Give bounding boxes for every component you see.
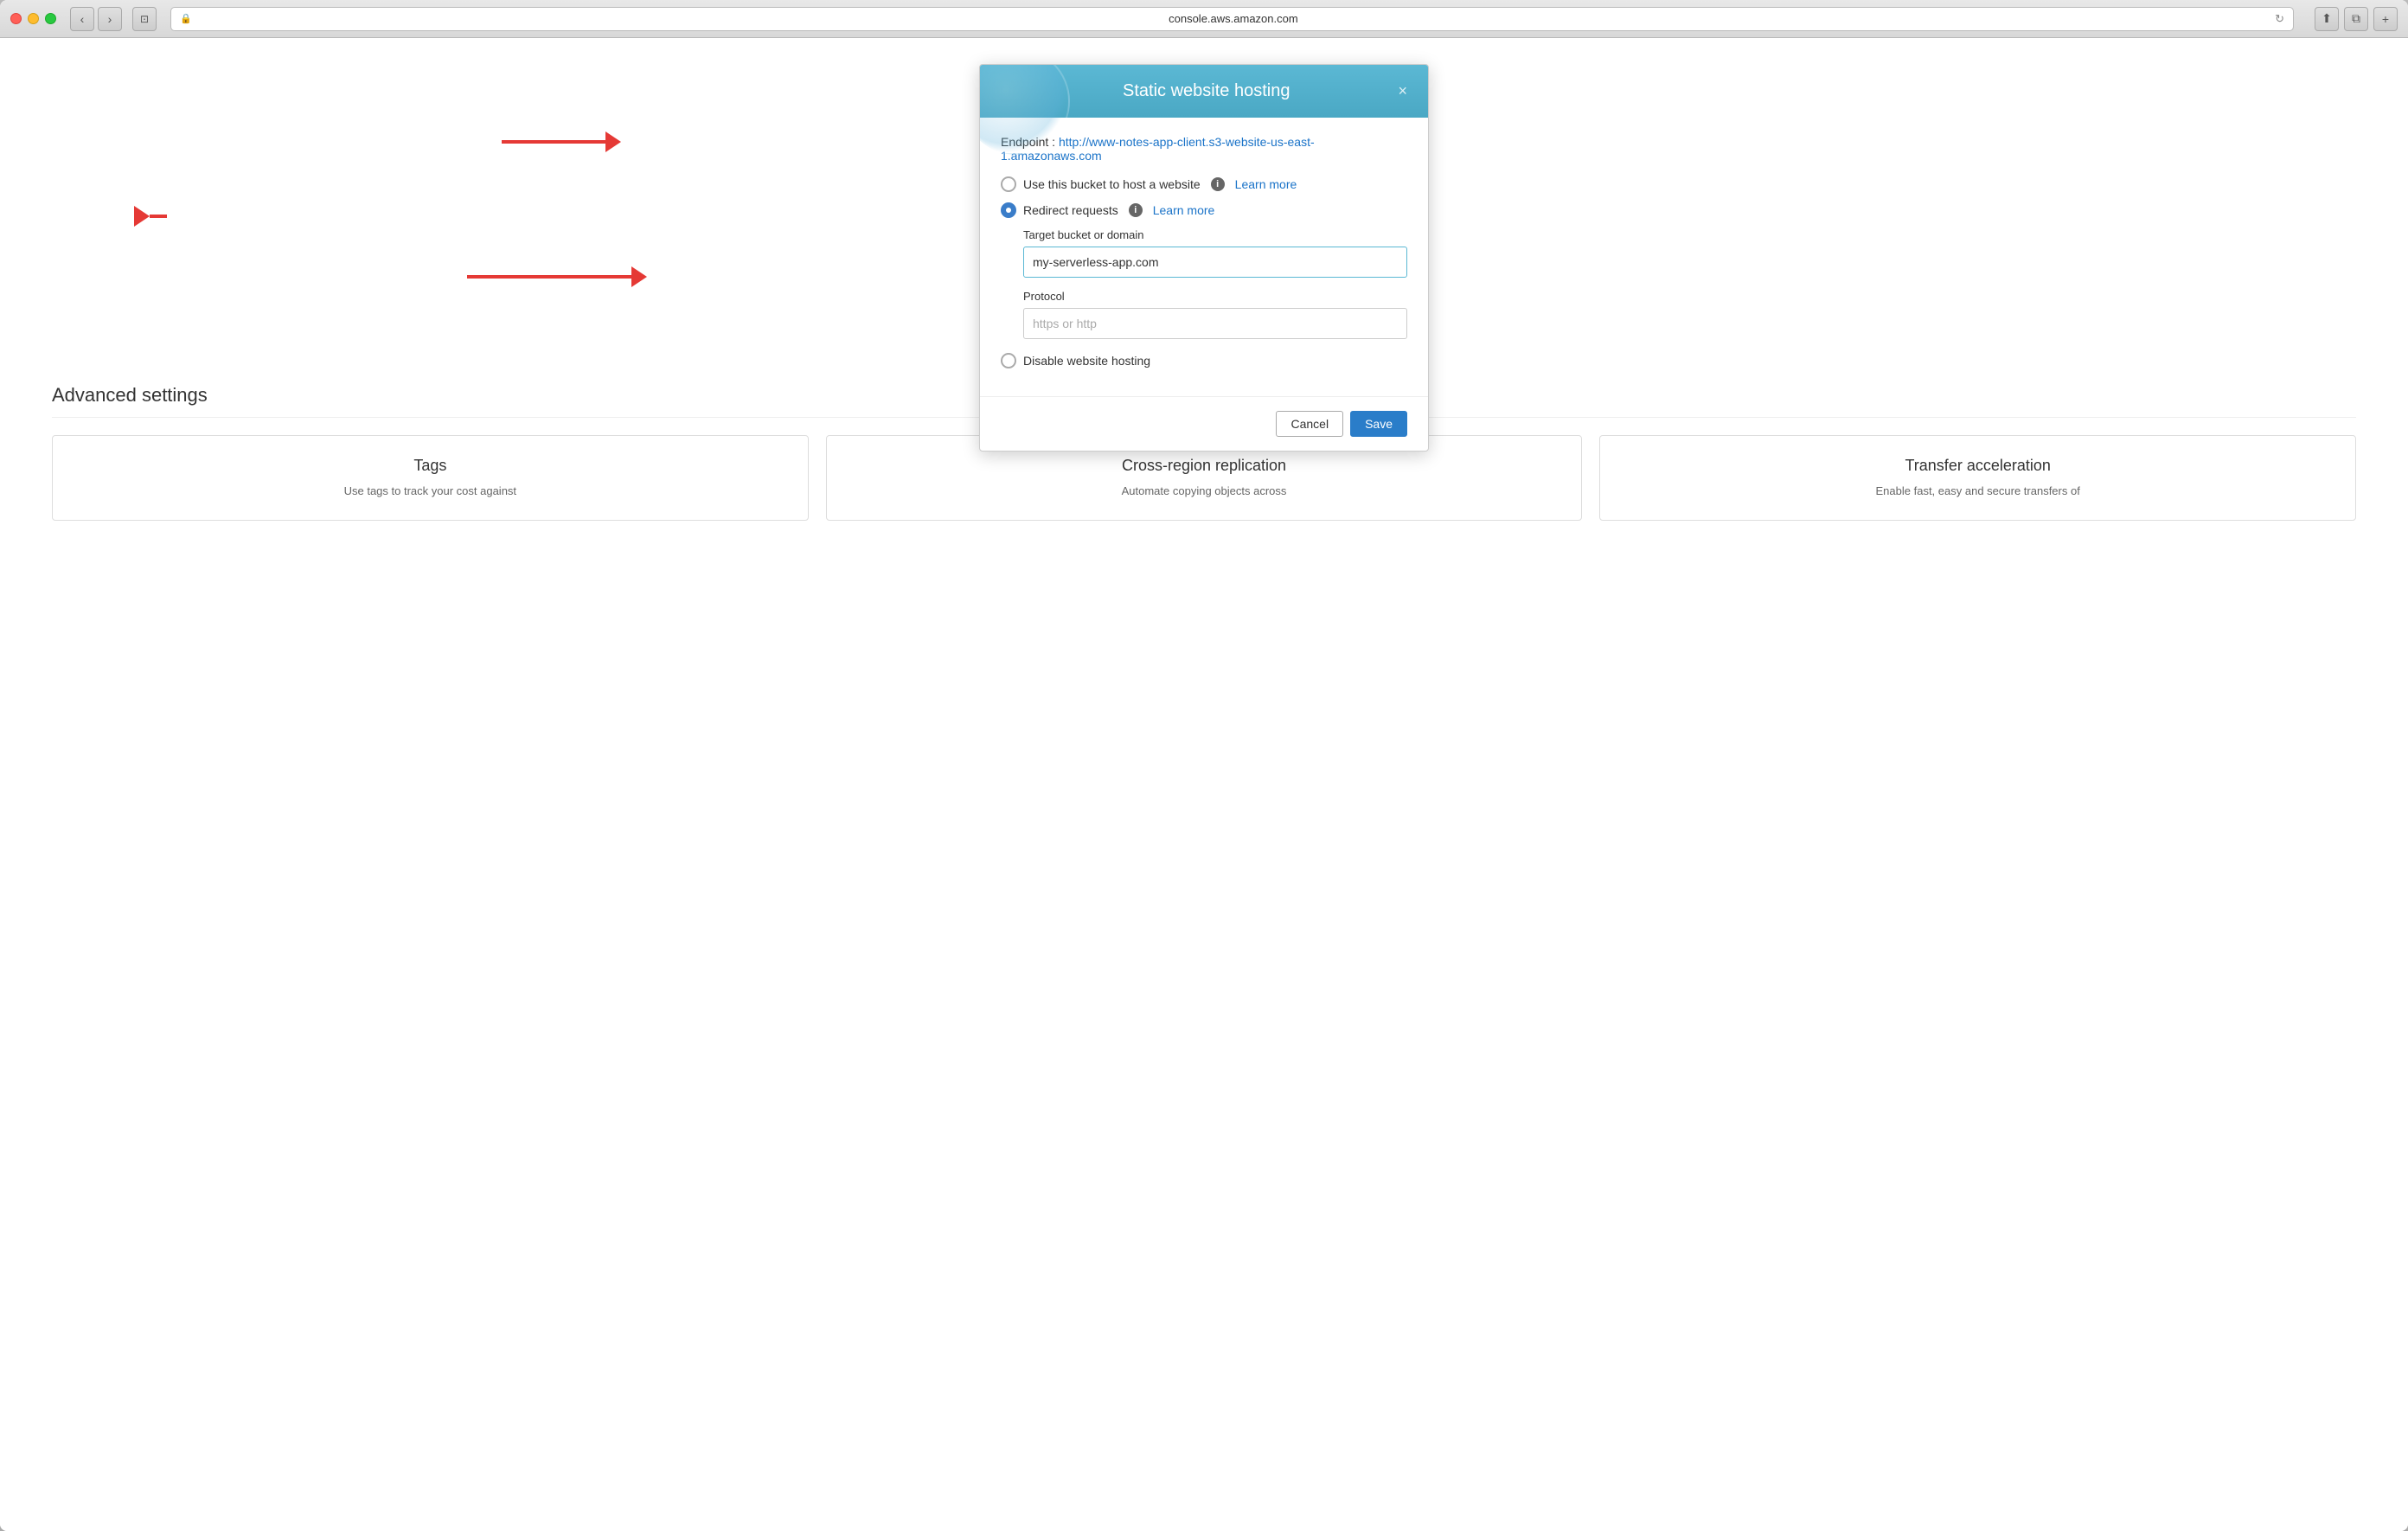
dialog-footer: Cancel Save <box>980 396 1428 451</box>
use-bucket-radio-option[interactable]: Use this bucket to host a website i Lear… <box>1001 176 1407 192</box>
arrow-head-2 <box>134 206 150 227</box>
static-website-hosting-dialog: Static website hosting × Endpoint : http… <box>979 64 1429 452</box>
cancel-button[interactable]: Cancel <box>1276 411 1343 437</box>
protocol-input[interactable] <box>1023 308 1407 339</box>
protocol-label: Protocol <box>1023 290 1407 303</box>
arrow-head-1 <box>605 131 621 152</box>
transfer-acceleration-card-desc: Enable fast, easy and secure transfers o… <box>1617 484 2338 499</box>
disable-hosting-label: Disable website hosting <box>1023 354 1150 368</box>
tags-card-title: Tags <box>70 457 791 475</box>
back-button[interactable]: ‹ <box>70 7 94 31</box>
traffic-lights <box>10 13 56 24</box>
arrow-head-3 <box>631 266 647 287</box>
tab-button[interactable]: ⊡ <box>132 7 157 31</box>
cross-region-card-title: Cross-region replication <box>844 457 1565 475</box>
target-bucket-label: Target bucket or domain <box>1023 228 1407 241</box>
tags-card: Tags Use tags to track your cost against <box>52 435 809 521</box>
disable-hosting-radio[interactable] <box>1001 353 1016 368</box>
arrow-line-3 <box>467 275 631 279</box>
lock-icon: 🔒 <box>180 13 192 24</box>
redirect-requests-radio[interactable] <box>1001 202 1016 218</box>
transfer-acceleration-card: Transfer acceleration Enable fast, easy … <box>1599 435 2356 521</box>
arrow-line-2 <box>150 215 167 218</box>
redirect-section: Target bucket or domain Protocol <box>1023 228 1407 339</box>
browser-actions: ⬆ ⧉ + <box>2315 7 2398 31</box>
arrow-line-1 <box>502 140 605 144</box>
dialog-close-button[interactable]: × <box>1394 79 1411 104</box>
dialog-header: Static website hosting × <box>980 65 1428 118</box>
nav-buttons: ‹ › <box>70 7 122 31</box>
new-tab-button[interactable]: ⧉ <box>2344 7 2368 31</box>
page-content: Static website hosting × Endpoint : http… <box>0 38 2408 1531</box>
redirect-requests-info-icon[interactable]: i <box>1129 203 1143 217</box>
forward-button[interactable]: › <box>98 7 122 31</box>
use-bucket-learn-more[interactable]: Learn more <box>1235 177 1297 191</box>
target-bucket-arrow <box>467 266 647 287</box>
browser-window: ‹ › ⊡ 🔒 console.aws.amazon.com ↻ ⬆ ⧉ + S… <box>0 0 2408 1531</box>
cross-region-card-desc: Automate copying objects across <box>844 484 1565 499</box>
url-display: console.aws.amazon.com <box>197 12 2270 25</box>
tags-card-desc: Use tags to track your cost against <box>70 484 791 499</box>
endpoint-arrow <box>502 131 621 152</box>
refresh-icon[interactable]: ↻ <box>2275 12 2284 26</box>
use-bucket-label: Use this bucket to host a website <box>1023 177 1201 191</box>
browser-titlebar: ‹ › ⊡ 🔒 console.aws.amazon.com ↻ ⬆ ⧉ + <box>0 0 2408 38</box>
dialog-body: Endpoint : http://www-notes-app-client.s… <box>980 118 1428 396</box>
redirect-arrow <box>134 206 167 227</box>
share-button[interactable]: ⬆ <box>2315 7 2339 31</box>
fullscreen-traffic-light[interactable] <box>45 13 56 24</box>
dialog-title: Static website hosting <box>1018 81 1394 101</box>
redirect-requests-radio-option[interactable]: Redirect requests i Learn more <box>1001 202 1407 218</box>
address-bar[interactable]: 🔒 console.aws.amazon.com ↻ <box>170 7 2294 31</box>
redirect-requests-label: Redirect requests <box>1023 203 1118 217</box>
transfer-acceleration-card-title: Transfer acceleration <box>1617 457 2338 475</box>
endpoint-section: Endpoint : http://www-notes-app-client.s… <box>1001 135 1407 163</box>
minimize-traffic-light[interactable] <box>28 13 39 24</box>
redirect-requests-learn-more[interactable]: Learn more <box>1153 203 1215 217</box>
add-button[interactable]: + <box>2373 7 2398 31</box>
use-bucket-info-icon[interactable]: i <box>1211 177 1225 191</box>
save-button[interactable]: Save <box>1350 411 1407 437</box>
close-traffic-light[interactable] <box>10 13 22 24</box>
use-bucket-radio[interactable] <box>1001 176 1016 192</box>
target-bucket-input[interactable] <box>1023 247 1407 278</box>
disable-hosting-radio-option[interactable]: Disable website hosting <box>1001 353 1407 368</box>
